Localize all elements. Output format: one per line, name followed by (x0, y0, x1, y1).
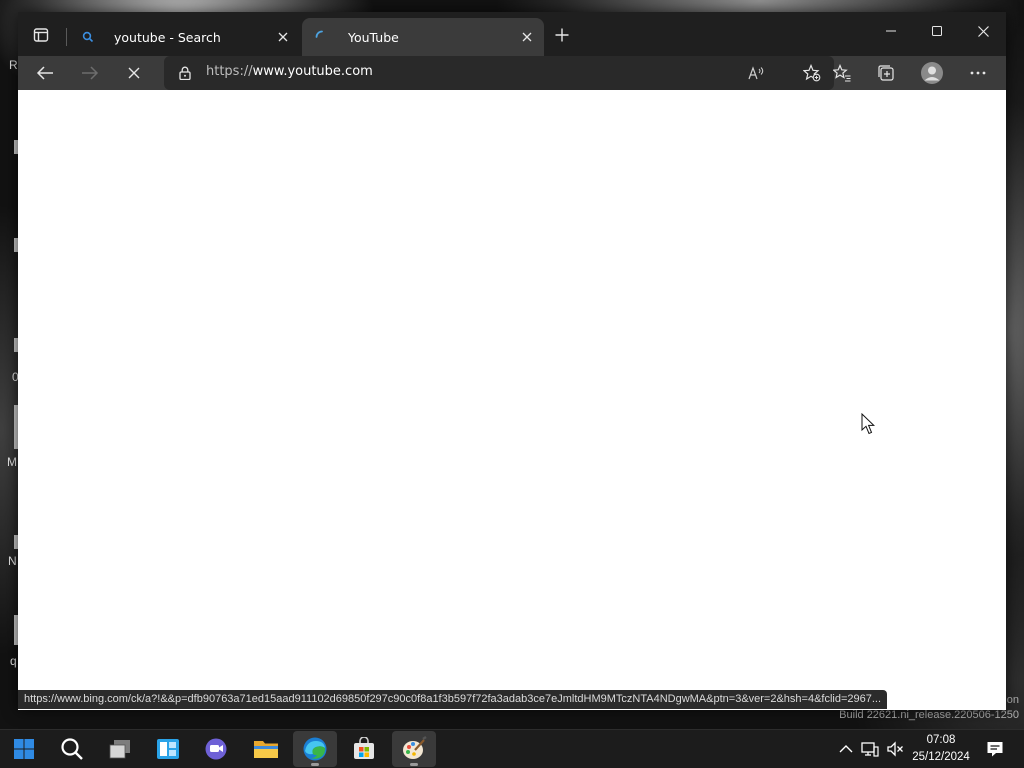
close-icon (522, 32, 532, 42)
edge-taskbar-button[interactable] (293, 731, 337, 767)
clock-time: 07:08 (926, 734, 956, 746)
close-icon (128, 67, 140, 79)
task-view-icon (109, 740, 130, 759)
arrow-right-icon (82, 66, 99, 80)
chat-button[interactable] (194, 731, 238, 767)
stop-loading-button[interactable] (119, 58, 149, 88)
volume-button[interactable] (885, 739, 905, 759)
close-tab-button[interactable] (516, 26, 538, 48)
star-add-icon (803, 64, 821, 82)
active-app-indicator (410, 763, 418, 766)
widgets-icon (157, 739, 179, 759)
maximize-icon (932, 26, 942, 36)
profile-button[interactable] (917, 58, 947, 88)
maximize-button[interactable] (914, 12, 960, 50)
widgets-button[interactable] (146, 731, 190, 767)
paint-taskbar-button[interactable] (392, 731, 436, 767)
tab-title: youtube - Search (114, 29, 221, 45)
settings-more-button[interactable] (963, 58, 993, 88)
start-button[interactable] (2, 731, 46, 767)
close-tab-button[interactable] (272, 26, 294, 48)
loading-spinner-icon (314, 29, 330, 45)
avatar-icon (921, 62, 943, 84)
start-icon (14, 739, 34, 759)
file-explorer-icon (254, 741, 278, 758)
clock-date: 25/12/2024 (912, 751, 970, 763)
close-icon (977, 25, 989, 37)
network-icon (861, 742, 879, 757)
read-aloud-button[interactable] (744, 60, 770, 86)
chat-icon (205, 738, 227, 760)
read-aloud-icon (748, 66, 764, 80)
minimize-button[interactable] (868, 12, 914, 50)
store-icon (354, 737, 374, 759)
tab-separator (66, 28, 67, 46)
new-tab-button[interactable] (550, 24, 574, 46)
network-button[interactable] (860, 739, 880, 759)
search-icon (80, 29, 96, 45)
favorites-button[interactable] (827, 58, 857, 88)
address-bar-url: https://www.youtube.com (206, 64, 373, 79)
tab-title: YouTube (348, 29, 399, 45)
page-content[interactable] (18, 90, 1006, 710)
taskbar-search-button[interactable] (50, 731, 94, 767)
lock-icon[interactable] (176, 64, 194, 82)
store-button[interactable] (342, 731, 386, 767)
arrow-left-icon (36, 66, 53, 80)
title-bar: youtube - Search YouTube (18, 12, 1006, 56)
more-horizontal-icon (970, 71, 986, 75)
desktop-icon-label-fragment: M (7, 455, 17, 469)
task-view-button[interactable] (98, 731, 142, 767)
file-explorer-button[interactable] (244, 731, 288, 767)
forward-button[interactable] (75, 58, 105, 88)
tab-actions-icon (33, 28, 49, 42)
watermark-fragment: on (1006, 694, 1019, 706)
notification-icon (987, 742, 1003, 757)
collections-button[interactable] (871, 58, 901, 88)
tab-youtube[interactable]: YouTube (302, 18, 544, 56)
notifications-button[interactable] (985, 739, 1005, 759)
url-host: www.youtube.com (252, 64, 373, 79)
show-hidden-icons-button[interactable] (836, 739, 856, 759)
link-status-bar: https://www.bing.com/ck/a?!&&p=dfb90763a… (18, 690, 888, 709)
mouse-cursor-icon (861, 413, 875, 435)
active-app-indicator (311, 763, 319, 766)
desktop-icon-label-fragment: N (8, 554, 17, 568)
back-button[interactable] (30, 58, 60, 88)
volume-muted-icon (887, 741, 903, 757)
edge-icon (303, 737, 327, 761)
desktop-icon-label-fragment: R (9, 58, 18, 72)
desktop-icon-label-fragment: q (10, 654, 17, 668)
collections-icon (878, 65, 894, 81)
favorites-list-icon (833, 64, 851, 82)
close-window-button[interactable] (960, 12, 1006, 50)
system-clock[interactable]: 07:08 25/12/2024 (906, 732, 976, 766)
address-bar[interactable]: https://www.youtube.com (164, 56, 834, 90)
windows-build-watermark: Build 22621.ni_release.220506-1250 (839, 709, 1019, 721)
url-scheme: https:// (206, 64, 253, 79)
plus-icon (555, 28, 569, 42)
close-icon (278, 32, 288, 42)
search-icon (61, 738, 83, 760)
minimize-icon (886, 30, 896, 32)
taskbar: 07:08 25/12/2024 (0, 729, 1024, 768)
tab-actions-button[interactable] (28, 24, 54, 46)
tab-youtube-search[interactable]: youtube - Search (68, 18, 300, 56)
browser-window: youtube - Search YouTube https://www.you… (18, 12, 1006, 710)
add-favorite-button[interactable] (799, 60, 825, 86)
navigation-toolbar: https://www.youtube.com (18, 56, 1006, 90)
paint-icon (403, 736, 427, 759)
chevron-up-icon (839, 745, 853, 753)
